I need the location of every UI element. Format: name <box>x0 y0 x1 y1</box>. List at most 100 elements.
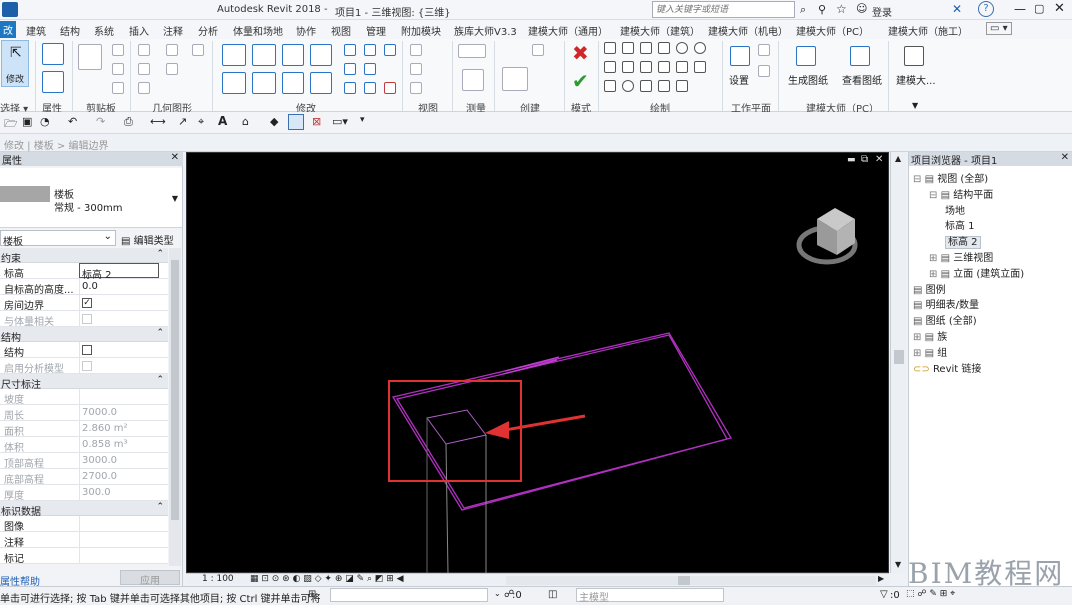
copy-icon[interactable] <box>112 63 124 75</box>
pin-icon[interactable] <box>344 82 356 94</box>
join-icon[interactable] <box>138 44 150 56</box>
property-checkbox[interactable] <box>79 342 159 357</box>
browser-item[interactable]: 场地 <box>945 202 965 217</box>
ribbon-options-icon[interactable]: ▭ ▾ <box>986 22 1012 35</box>
text-icon[interactable]: A <box>218 114 227 128</box>
circle-center-icon[interactable] <box>694 42 706 54</box>
browser-item[interactable]: ▤ 图纸 (全部) <box>913 312 977 327</box>
paste-icon[interactable] <box>78 44 102 70</box>
collapse-icon[interactable]: ⊟ <box>929 190 941 201</box>
properties-icon[interactable] <box>42 43 64 65</box>
exchange-icon[interactable]: ✕ <box>952 2 962 16</box>
tab-structure[interactable]: 结构 <box>60 23 80 38</box>
cancel-edit-icon[interactable]: ✖ <box>572 41 589 65</box>
close-icon[interactable]: ✕ <box>1054 1 1065 16</box>
collapse-icon[interactable]: ⌃ <box>156 502 164 512</box>
property-section[interactable]: 结构 ⌃ <box>0 327 168 344</box>
property-value[interactable] <box>79 548 159 563</box>
tab-architecture[interactable]: 建筑 <box>26 23 46 38</box>
tab-insert[interactable]: 插入 <box>129 23 149 38</box>
paint-icon[interactable] <box>166 63 178 75</box>
chevron-down-icon[interactable]: ⌄ <box>494 589 501 598</box>
tab-view[interactable]: 视图 <box>331 23 351 38</box>
match-icon[interactable] <box>112 82 124 94</box>
edit-type-button[interactable]: ▤ 编辑类型 <box>120 230 180 247</box>
tab-bim-pc[interactable]: 建模大师（PC） <box>796 23 869 38</box>
dimension-icon[interactable] <box>462 69 484 91</box>
viewcube[interactable] <box>796 208 858 265</box>
expand-icon[interactable]: ⊞ <box>913 348 925 359</box>
view-drawings-label[interactable]: 查看图纸 <box>842 72 882 87</box>
collapse-icon[interactable]: ⌃ <box>156 249 164 259</box>
property-checkbox[interactable]: ✓ <box>79 295 159 310</box>
rotate-icon[interactable] <box>282 72 304 94</box>
instance-filter[interactable]: 楼板 ⌄ <box>0 230 116 248</box>
split-face-icon[interactable] <box>166 44 178 56</box>
generate-drawings-label[interactable]: 生成图纸 <box>788 72 828 87</box>
split-icon[interactable] <box>344 44 356 56</box>
scroll-right-icon[interactable]: ▶ <box>878 574 884 583</box>
apply-button[interactable]: 应用 <box>120 570 180 587</box>
property-value[interactable] <box>79 532 159 547</box>
browser-item[interactable]: ⊂⊃ Revit 链接 <box>913 360 981 375</box>
property-value[interactable] <box>79 516 159 531</box>
pick-lines-icon[interactable] <box>658 80 670 92</box>
rectangle-icon[interactable] <box>640 42 652 54</box>
workset-dropdown[interactable] <box>330 588 488 602</box>
close-icon[interactable]: ✕ <box>1061 152 1069 163</box>
browser-item[interactable]: ⊟ ▤ 视图 (全部) <box>913 170 988 185</box>
thin-lines-icon[interactable] <box>288 114 304 130</box>
boundary-line-icon[interactable] <box>604 42 616 54</box>
app-menu-button[interactable] <box>2 2 18 17</box>
align-icon[interactable] <box>222 44 246 66</box>
expand-icon[interactable]: ⊞ <box>929 269 941 280</box>
create-assembly-icon[interactable] <box>502 67 528 91</box>
ellipse-icon[interactable] <box>622 80 634 92</box>
browser-item[interactable]: ⊞ ▤ 组 <box>913 344 947 359</box>
hide-icon[interactable] <box>410 44 422 56</box>
redo-icon[interactable]: ↷ <box>96 115 105 128</box>
worksets-icon[interactable]: ⊞ <box>308 589 316 600</box>
minimize-icon[interactable]: — <box>1014 2 1026 16</box>
tab-systems[interactable]: 系统 <box>94 23 114 38</box>
view-drawings-icon[interactable] <box>850 46 870 66</box>
spline-icon[interactable] <box>694 61 706 73</box>
copy-element-icon[interactable] <box>252 72 276 94</box>
chevron-down-icon[interactable]: ▼ <box>172 194 178 203</box>
collapse-icon[interactable]: ⌃ <box>156 375 164 385</box>
customize-qat-icon[interactable]: ▾ <box>360 115 365 125</box>
checkbox-checked-icon[interactable]: ✓ <box>82 298 92 308</box>
close-icon[interactable]: ✕ <box>171 152 179 163</box>
subscription-icon[interactable]: ⚲ <box>818 3 826 16</box>
section-icon[interactable]: ◆ <box>270 115 278 128</box>
property-section[interactable]: 尺寸标注 ⌃ <box>0 374 168 391</box>
browser-item[interactable]: ⊞ ▤ 立面 (建筑立面) <box>929 265 1024 280</box>
selection-toggles[interactable]: ⬚ ☍ ✎ ⊞ ⌖ <box>906 589 955 599</box>
scrollbar[interactable] <box>169 248 181 566</box>
polygon-icon[interactable] <box>658 42 670 54</box>
finish-edit-icon[interactable]: ✔ <box>572 69 589 93</box>
tag-icon[interactable]: ⌖ <box>198 115 204 129</box>
create-parts-icon[interactable] <box>532 44 544 56</box>
browser-item[interactable]: ⊞ ▤ 族 <box>913 328 947 343</box>
tab-modify[interactable]: 改 <box>0 21 16 38</box>
tab-bim-architecture[interactable]: 建模大师（建筑） <box>620 23 700 38</box>
generate-drawings-icon[interactable] <box>796 46 816 66</box>
login-button[interactable]: 登录 <box>872 4 892 19</box>
override-icon[interactable] <box>410 63 422 75</box>
tab-massing[interactable]: 体量和场地 <box>233 23 283 38</box>
undo-icon[interactable]: ↶ <box>68 115 77 128</box>
modify-button[interactable]: ⇱ 修改 <box>1 40 29 87</box>
fillet-icon[interactable] <box>676 61 688 73</box>
browser-item[interactable]: ⊞ ▤ 三维视图 <box>929 249 993 264</box>
3d-viewport[interactable]: ▬ ⧉ ✕ <box>186 152 889 574</box>
restore-icon[interactable]: ▢ <box>1034 2 1044 15</box>
move-icon[interactable] <box>222 72 246 94</box>
bim-master-icon[interactable] <box>904 46 924 66</box>
browser-item[interactable]: ⊟ ▤ 结构平面 <box>929 186 993 201</box>
cut-icon[interactable] <box>112 44 124 56</box>
browser-item[interactable]: 标高 1 <box>945 217 975 232</box>
design-option-dropdown[interactable]: 主模型 <box>576 588 724 604</box>
unpin-icon[interactable] <box>364 82 376 94</box>
star-icon[interactable]: ☆ <box>836 2 847 16</box>
